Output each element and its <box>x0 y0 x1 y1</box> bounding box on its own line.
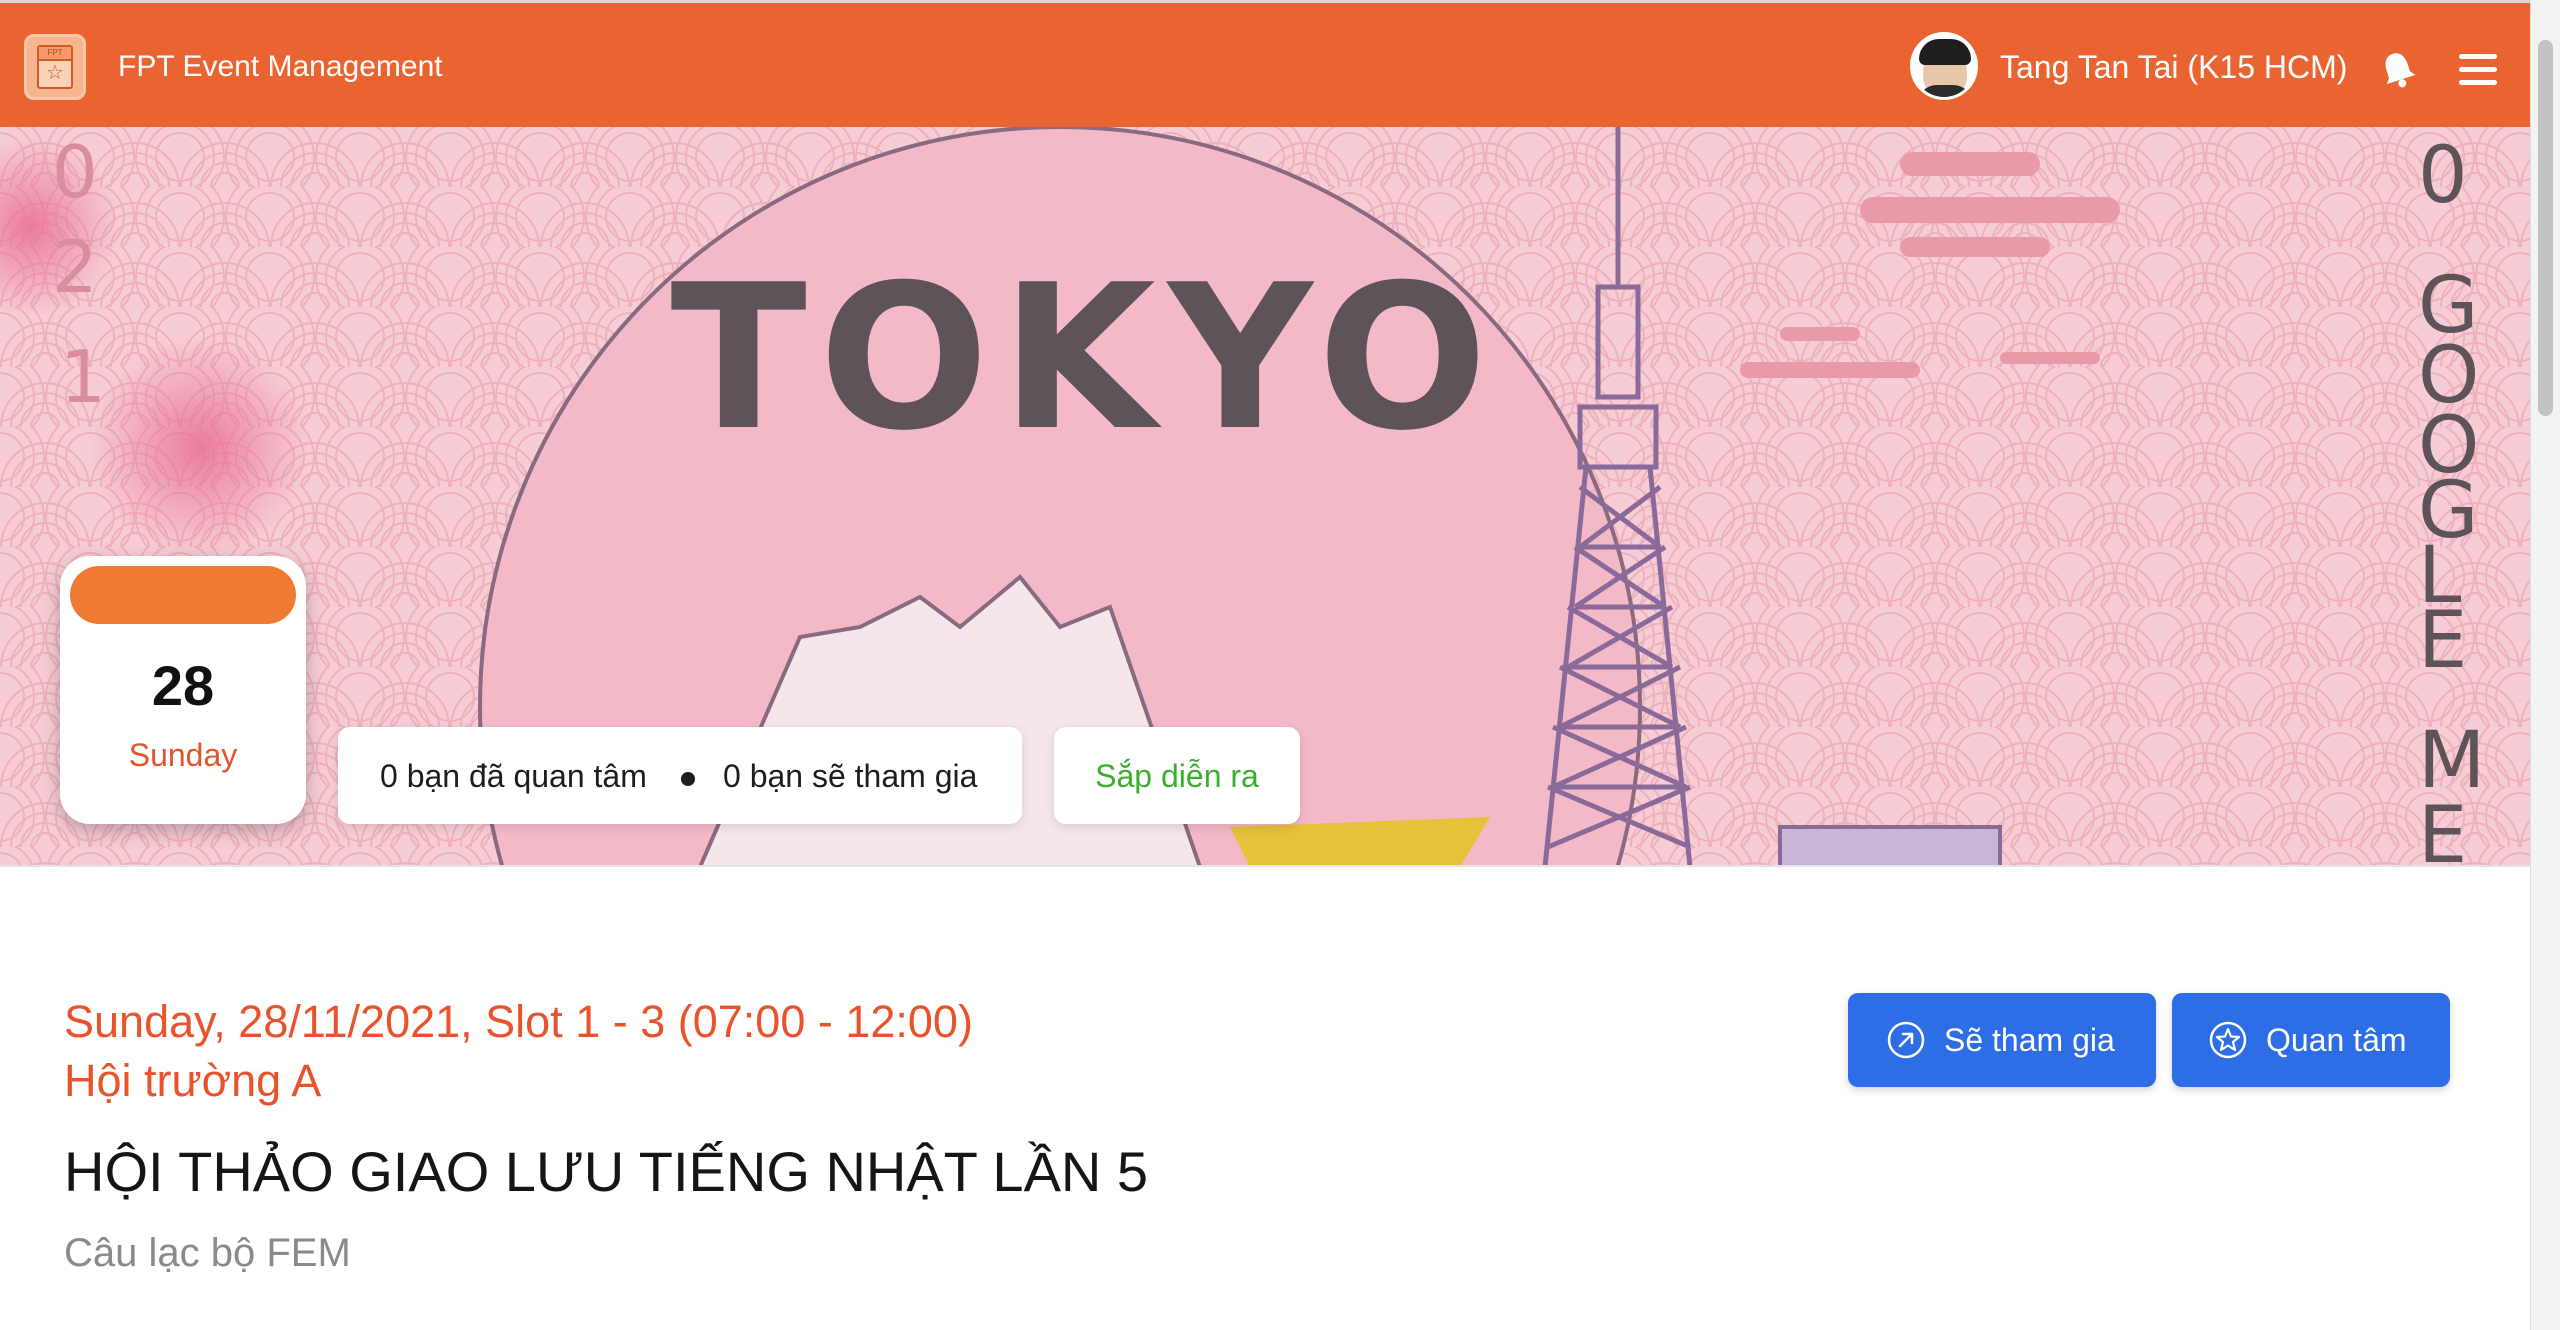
attend-button-label: Sẽ tham gia <box>1944 1022 2115 1058</box>
interest-button-label: Quan tâm <box>2266 1022 2407 1058</box>
star-circle-icon <box>2209 1021 2247 1059</box>
avatar-shirt <box>1917 85 1973 97</box>
page: FPT ☆ FPT Event Management Tang Tan Tai … <box>0 0 2560 1330</box>
interest-button[interactable]: Quan tâm <box>2172 993 2450 1087</box>
bell-icon[interactable] <box>2378 49 2418 91</box>
banner-side-letter: E <box>2418 791 2467 867</box>
hamburger-menu-icon[interactable] <box>2459 54 2497 86</box>
banner-side-digit: 2 <box>52 225 98 309</box>
event-location: Hội trường A <box>64 1055 322 1106</box>
event-stats: 0 bạn đã quan tâm 0 bạn sẽ tham gia <box>338 727 1022 824</box>
page-scrollbar[interactable] <box>2530 0 2560 1330</box>
top-navbar: FPT ☆ FPT Event Management Tang Tan Tai … <box>0 0 2530 127</box>
date-day-number: 28 <box>151 654 215 717</box>
banner-side-digit: 1 <box>60 335 106 419</box>
event-date-card: 28 Sunday <box>60 556 306 824</box>
arrow-up-right-circle-icon <box>1887 1021 1925 1059</box>
interested-count: 0 bạn đã quan tâm <box>380 758 647 794</box>
user-avatar[interactable] <box>1910 32 1978 100</box>
banner-tokyo-text: TOKYO <box>670 242 1499 475</box>
event-title: HỘI THẢO GIAO LƯU TIẾNG NHẬT LẦN 5 <box>64 1140 1149 1203</box>
event-schedule: Sunday, 28/11/2021, Slot 1 - 3 (07:00 - … <box>64 996 973 1047</box>
date-card-month-tab <box>70 566 296 624</box>
menu-line <box>2459 80 2497 85</box>
date-weekday: Sunday <box>128 737 238 773</box>
menu-line <box>2459 54 2497 59</box>
logo-text: FPT <box>39 47 71 61</box>
user-name[interactable]: Tang Tan Tai (K15 HCM) <box>2000 48 2347 86</box>
logo-mark: FPT ☆ <box>37 45 73 89</box>
event-organizer[interactable]: Câu lạc bộ FEM <box>64 1229 351 1277</box>
attending-count: 0 bạn sẽ tham gia <box>723 758 978 794</box>
banner-side-digit: 0 <box>52 130 98 214</box>
avatar-hair <box>1919 39 1971 65</box>
event-status-text: Sắp diễn ra <box>1095 758 1259 794</box>
app-title[interactable]: FPT Event Management <box>118 49 443 85</box>
menu-line <box>2459 67 2497 72</box>
fpt-logo[interactable]: FPT ☆ <box>24 34 86 100</box>
scrollbar-thumb[interactable] <box>2538 40 2553 416</box>
event-status-badge: Sắp diễn ra <box>1054 727 1300 824</box>
banner-side-letter: 0 <box>2418 131 2468 221</box>
attend-button[interactable]: Sẽ tham gia <box>1848 993 2156 1087</box>
logo-star-icon: ☆ <box>46 62 64 84</box>
banner-side-letter: E <box>2418 596 2467 686</box>
separator-dot <box>681 772 695 786</box>
